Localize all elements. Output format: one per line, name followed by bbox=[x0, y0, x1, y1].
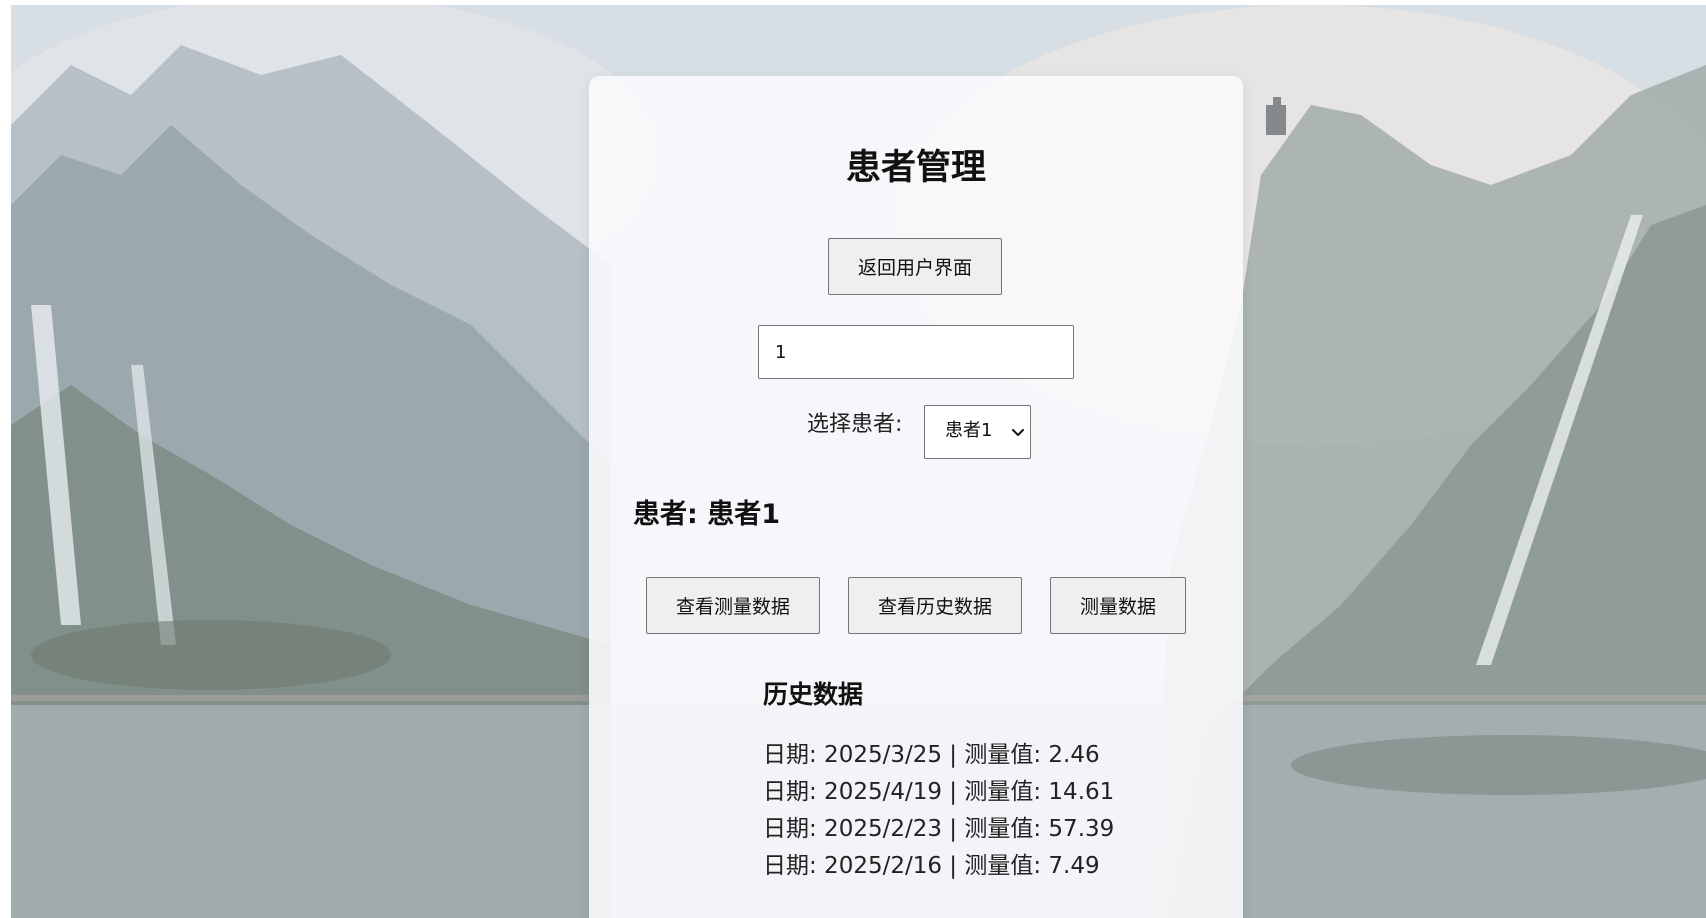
page-title: 患者管理 bbox=[845, 148, 986, 188]
history-list: 日期: 2025/3/25 | 测量值: 2.46 日期: 2025/4/19 … bbox=[763, 737, 1114, 885]
history-entry: 日期: 2025/4/19 | 测量值: 14.61 bbox=[763, 779, 1115, 805]
view-measurements-button[interactable]: 查看测量数据 bbox=[646, 577, 820, 634]
select-patient-label: 选择患者: bbox=[807, 412, 903, 437]
patient-id-input[interactable] bbox=[758, 325, 1074, 379]
history-entry: 日期: 2025/3/25 | 测量值: 2.46 bbox=[763, 742, 1100, 768]
history-entry: 日期: 2025/2/23 | 测量值: 57.39 bbox=[763, 816, 1115, 842]
history-entry: 日期: 2025/2/16 | 测量值: 7.49 bbox=[763, 853, 1100, 879]
back-to-user-button[interactable]: 返回用户界面 bbox=[828, 238, 1002, 295]
measure-data-button[interactable]: 测量数据 bbox=[1050, 577, 1186, 634]
patient-select-value: 患者1 bbox=[945, 420, 993, 441]
view-history-button[interactable]: 查看历史数据 bbox=[848, 577, 1022, 634]
patient-heading: 患者: 患者1 bbox=[633, 499, 780, 530]
page-background: 患者管理 返回用户界面 选择患者: 患者1 患者: 患者1 查看测量数据 查看历… bbox=[11, 5, 1706, 918]
chevron-down-icon bbox=[1012, 429, 1024, 436]
patient-management-panel: 患者管理 返回用户界面 选择患者: 患者1 患者: 患者1 查看测量数据 查看历… bbox=[589, 76, 1243, 918]
patient-select[interactable]: 患者1 bbox=[924, 405, 1031, 459]
history-heading: 历史数据 bbox=[763, 680, 864, 709]
